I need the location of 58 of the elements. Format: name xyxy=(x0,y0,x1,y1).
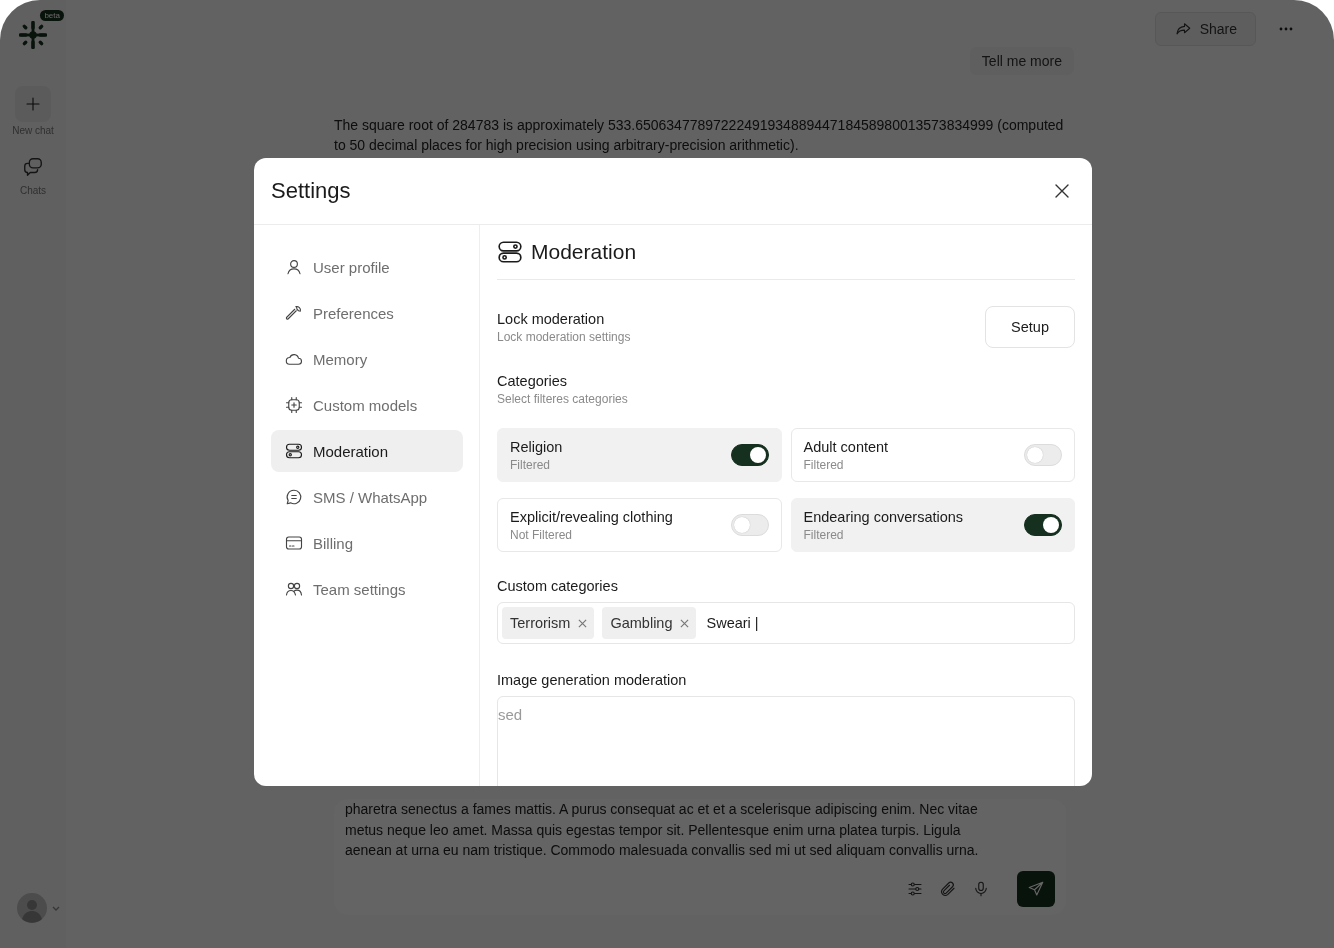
setting-label: Categories xyxy=(497,373,569,389)
setting-description: Select filteres categories xyxy=(497,392,629,406)
toggle-switch[interactable] xyxy=(730,444,769,466)
users-icon xyxy=(285,580,303,598)
composer-text: pharetra senectus a fames mattis. A purus consequat ac et et a scelerisque adipiscing enim. Nec vitae metus neque leo amet. Massa quis egestas tempor sit. Pellentesque enim urna platea turpis. Ligula aenean at urna eu nam tristique. Commodo malesuada convallis sed mi ut sed aliquam convallis urna. xyxy=(345,799,980,861)
tag-label: Gambling xyxy=(610,615,673,631)
remove-icon[interactable] xyxy=(680,618,690,628)
microphone-icon[interactable] xyxy=(972,880,990,898)
close-icon[interactable] xyxy=(1054,183,1070,199)
beta-badge: beta xyxy=(40,10,64,21)
section-title: Moderation xyxy=(531,240,637,264)
credit-card-icon xyxy=(285,534,303,552)
chats-icon[interactable] xyxy=(22,156,44,178)
toggle-switch[interactable] xyxy=(1024,514,1062,536)
setup-button[interactable]: Setup xyxy=(985,306,1075,348)
user-icon xyxy=(285,258,303,276)
nav-item[interactable]: SMS / WhatsApp xyxy=(271,476,463,518)
text-area[interactable]: sed xyxy=(497,696,1075,786)
nav-item[interactable]: Team settings xyxy=(271,568,463,610)
category-name: Adult content xyxy=(803,438,889,455)
field-label: Image generation moderation xyxy=(497,672,688,688)
nav-item[interactable]: User profile xyxy=(271,246,463,288)
wrench-icon xyxy=(285,304,303,322)
setting-description: Lock moderation settings xyxy=(497,329,631,344)
text-area-text: sed xyxy=(498,706,523,723)
plus-icon xyxy=(24,95,42,113)
field-label: Custom categories xyxy=(497,578,619,594)
nav-item[interactable]: Moderation xyxy=(271,430,463,472)
tag-input-field[interactable]: Terrorism Gambling Sweari | xyxy=(497,602,1075,644)
sliders-icon[interactable] xyxy=(906,880,924,898)
typed-text: Sweari | xyxy=(706,615,759,631)
category-status: Filtered xyxy=(803,457,845,472)
category-status: Filtered xyxy=(510,457,551,472)
category-status: Not Filtered xyxy=(510,527,574,542)
asterisk-logo-icon xyxy=(18,20,48,50)
nav-item[interactable]: Memory xyxy=(271,338,463,380)
share-button[interactable]: Share xyxy=(1154,11,1256,46)
dialog-title: Settings xyxy=(271,178,351,204)
toggles-icon xyxy=(497,239,523,265)
tag-label: Terrorism xyxy=(510,615,571,631)
avatar-icon[interactable] xyxy=(17,893,47,923)
category-status: Filtered xyxy=(803,527,845,542)
setting-label: Lock moderation xyxy=(497,310,606,327)
nav-item[interactable]: Billing xyxy=(271,522,463,564)
category-name: Endearing conversations xyxy=(803,508,964,525)
chat-bubble-icon xyxy=(285,488,303,506)
chip-icon xyxy=(285,396,303,414)
category-name: Explicit/revealing clothing xyxy=(510,508,673,525)
paper-plane-icon xyxy=(1027,880,1045,898)
paperclip-icon[interactable] xyxy=(939,880,957,898)
nav-item[interactable]: Custom models xyxy=(271,384,463,426)
assistant-reply: The square root of 284783 is approximately 533.6506347789722249193488944718458980013573834999 (computed to 50 decimal places for high precision using arbitrary-precision arithmetic). xyxy=(334,116,1065,155)
toggles-icon xyxy=(285,442,303,460)
category-name: Religion xyxy=(510,438,563,455)
new-chat-button[interactable] xyxy=(15,86,51,122)
nav-item[interactable]: Preferences xyxy=(271,292,463,334)
send-button[interactable] xyxy=(1017,871,1055,907)
remove-icon[interactable] xyxy=(578,618,588,628)
